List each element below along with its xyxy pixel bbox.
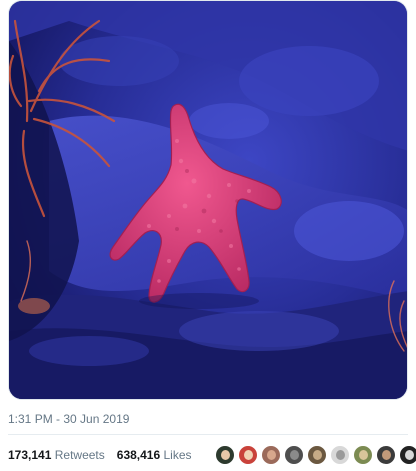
liker-avatar[interactable] (375, 445, 396, 465)
avatar-face (243, 450, 253, 460)
liker-avatar[interactable] (283, 445, 304, 465)
likes-label: Likes (163, 448, 192, 462)
likes-stat[interactable]: 638,416 Likes (117, 447, 192, 463)
liker-avatar[interactable] (214, 445, 235, 465)
liker-avatar[interactable] (352, 445, 373, 465)
tweet-timestamp[interactable]: 1:31 PM - 30 Jun 2019 (8, 411, 129, 427)
liker-avatar[interactable] (306, 445, 327, 465)
liker-avatar[interactable] (237, 445, 258, 465)
avatar-face (358, 450, 368, 460)
avatar-face (335, 450, 345, 460)
tweet-photo[interactable] (8, 0, 408, 400)
avatar-face (404, 450, 414, 460)
avatar-face (381, 450, 391, 460)
retweets-label: Retweets (54, 448, 105, 462)
tweet-stats: 173,141 Retweets 638,416 Likes (8, 440, 416, 470)
avatar-face (266, 450, 276, 460)
liker-avatar[interactable] (398, 445, 416, 465)
retweets-stat[interactable]: 173,141 Retweets (8, 447, 105, 463)
starfish-photo-icon (9, 1, 407, 399)
timestamp-link[interactable]: 1:31 PM - 30 Jun 2019 (8, 412, 129, 426)
divider (8, 434, 408, 435)
liker-avatar[interactable] (260, 445, 281, 465)
liker-avatar[interactable] (329, 445, 350, 465)
retweets-count: 173,141 (8, 448, 52, 462)
likes-count: 638,416 (116, 448, 161, 462)
avatar-face (289, 450, 299, 460)
avatar-face (312, 450, 322, 460)
liker-avatars (212, 445, 416, 465)
avatar-face (220, 450, 230, 460)
